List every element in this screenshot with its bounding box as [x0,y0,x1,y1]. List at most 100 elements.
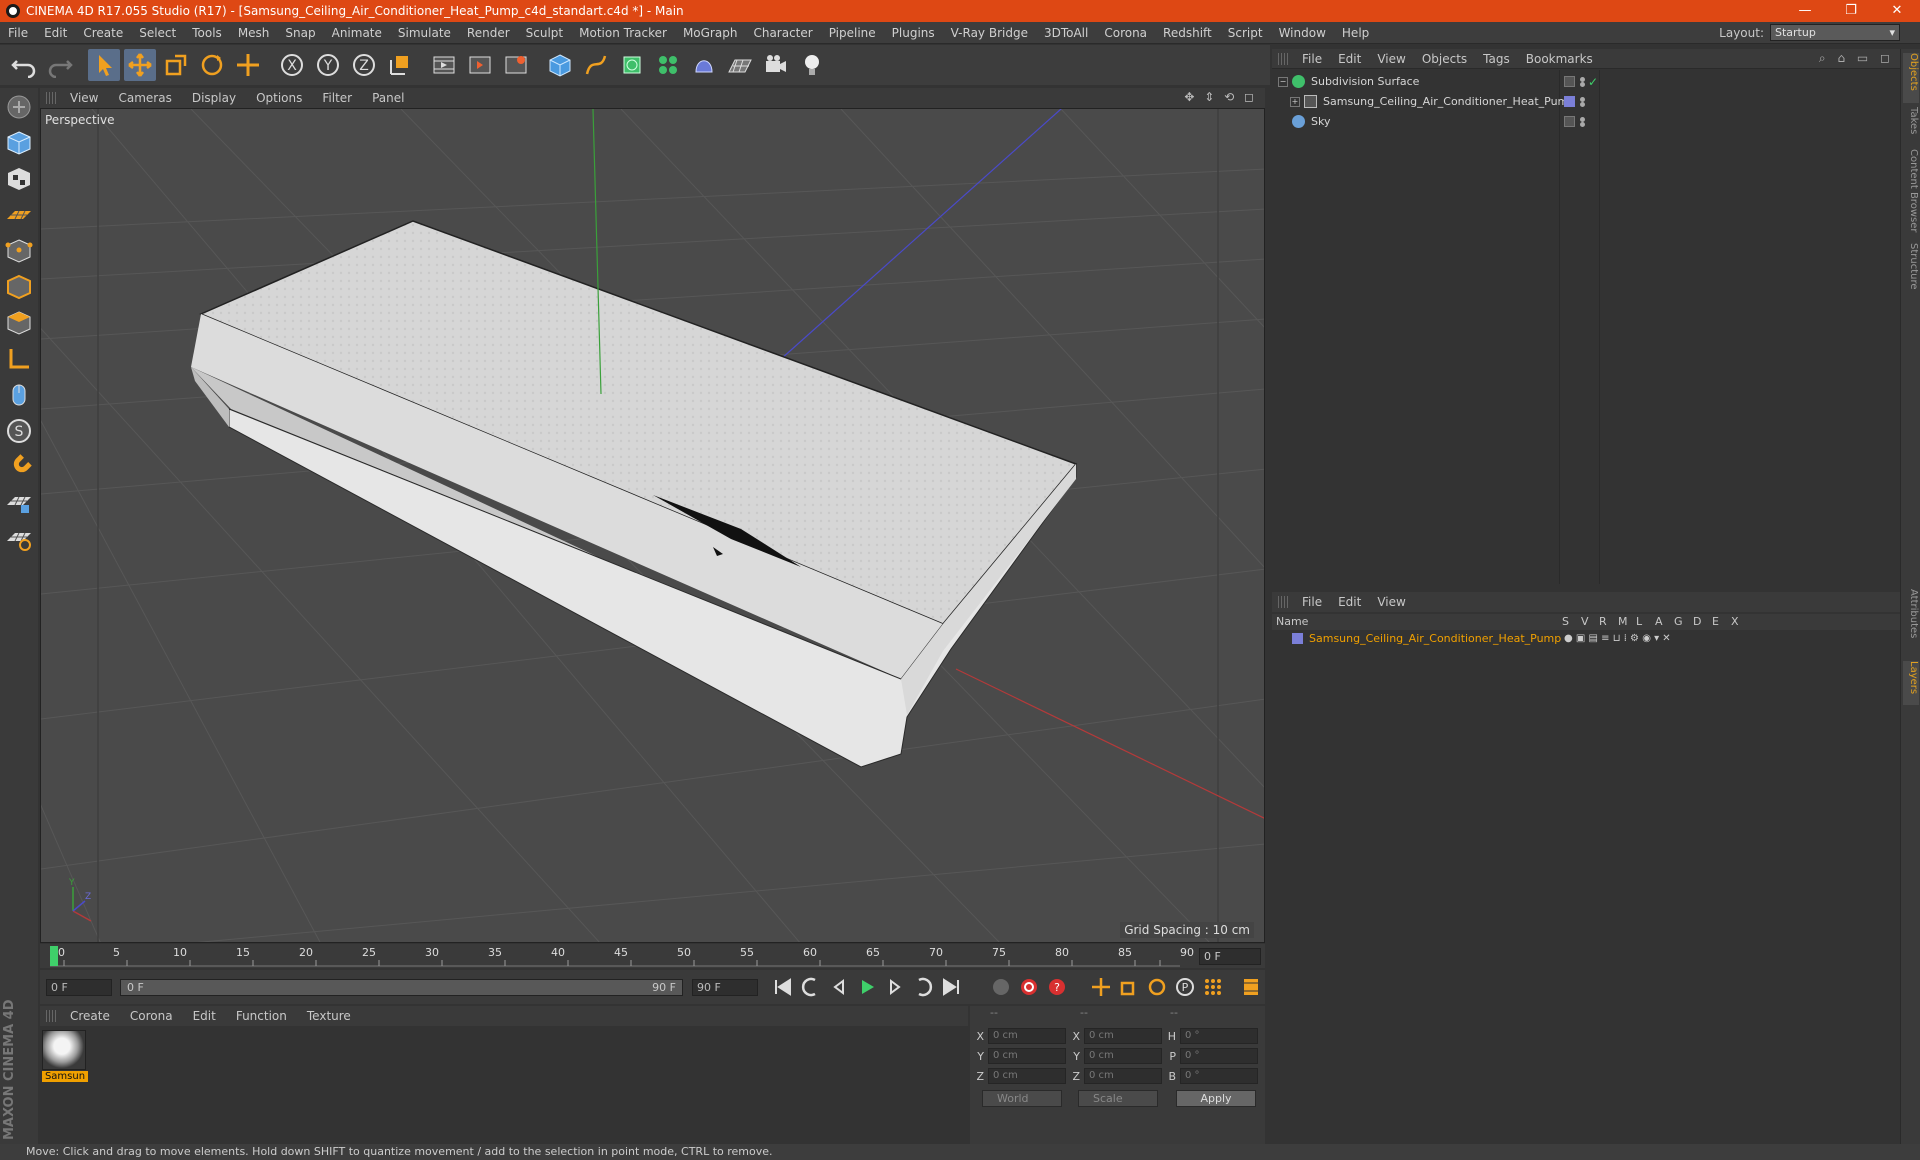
menu-vray-bridge[interactable]: V-Ray Bridge [943,26,1036,40]
viewport-menu-cameras[interactable]: Cameras [108,91,181,105]
key-position-icon[interactable] [1088,975,1114,999]
viewport-menu-filter[interactable]: Filter [312,91,362,105]
z-axis-lock-icon[interactable]: Z [348,49,380,81]
render-settings-icon[interactable] [500,49,532,81]
render-view-icon[interactable] [428,49,460,81]
layer-color-swatch[interactable] [1292,633,1303,644]
material-menu-function[interactable]: Function [226,1009,297,1023]
menu-pipeline[interactable]: Pipeline [821,26,884,40]
rotation-b-field[interactable]: 0 ° [1180,1068,1258,1084]
tab-layers[interactable]: Layers [1903,661,1919,705]
tab-takes[interactable]: Takes [1903,107,1919,147]
object-row-sky[interactable]: Sky [1272,112,1900,131]
key-parameter-icon[interactable]: P [1172,975,1198,999]
editor-visibility-dot[interactable] [1580,116,1585,122]
material-menu-texture[interactable]: Texture [297,1009,361,1023]
menu-select[interactable]: Select [131,26,184,40]
menu-plugins[interactable]: Plugins [884,26,943,40]
menu-file[interactable]: File [0,26,36,40]
points-mode-icon[interactable] [2,234,36,268]
panel-grip-icon[interactable] [1278,596,1288,608]
key-point-level-icon[interactable] [1200,975,1226,999]
viewport-menu-options[interactable]: Options [246,91,312,105]
panel-grip-icon[interactable] [46,1010,56,1022]
object-manager-toolbar-icons[interactable]: ⌕ ⌂ ▭ ◻ [1819,51,1894,66]
enabled-check-icon[interactable]: ✓ [1588,75,1598,89]
model-mode-icon[interactable] [2,126,36,160]
layer-col-solo[interactable]: S [1562,615,1569,628]
menu-motion-tracker[interactable]: Motion Tracker [571,26,675,40]
position-x-field[interactable]: 0 cm [988,1028,1066,1044]
cube-primitive-icon[interactable] [544,49,576,81]
object-menu-edit[interactable]: Edit [1330,52,1369,66]
restore-button[interactable]: ❐ [1828,0,1874,22]
render-visibility-dot[interactable] [1580,81,1585,87]
mograph-cloner-icon[interactable] [652,49,684,81]
tab-objects[interactable]: Objects [1903,53,1919,103]
layer-col-animation[interactable]: A [1655,615,1663,628]
move-tool-icon[interactable] [124,49,156,81]
axis-mode-icon[interactable] [2,342,36,376]
expand-toggle-icon[interactable]: + [1290,96,1300,107]
deformer-icon[interactable] [688,49,720,81]
viewport-menu-view[interactable]: View [60,91,108,105]
solo-mode-icon[interactable]: S [2,414,36,448]
menu-script[interactable]: Script [1220,26,1271,40]
viewport-menu-display[interactable]: Display [182,91,246,105]
render-visibility-dot[interactable] [1580,121,1585,127]
start-frame-field[interactable]: 0 F [46,979,112,996]
snapping-magnet-icon[interactable] [2,450,36,484]
layer-flag[interactable] [1564,96,1575,107]
layer-col-manager[interactable]: M [1618,615,1628,628]
object-menu-bookmarks[interactable]: Bookmarks [1518,52,1601,66]
make-editable-icon[interactable] [2,90,36,124]
preview-range-slider[interactable]: 0 F 90 F [120,979,683,996]
menu-tools[interactable]: Tools [184,26,230,40]
object-menu-tags[interactable]: Tags [1475,52,1518,66]
planar-workplane-icon[interactable] [2,522,36,556]
collapse-toggle-icon[interactable]: − [1278,76,1288,87]
rotate-tool-icon[interactable] [196,49,228,81]
key-scale-icon[interactable] [1116,975,1142,999]
layer-col-render[interactable]: R [1599,615,1607,628]
x-axis-lock-icon[interactable]: X [276,49,308,81]
menu-mesh[interactable]: Mesh [230,26,278,40]
panel-grip-icon[interactable] [1278,52,1288,65]
subdivision-surface-icon[interactable] [616,49,648,81]
tab-structure[interactable]: Structure [1903,243,1919,303]
end-frame-field[interactable]: 90 F [692,979,758,996]
editor-visibility-dot[interactable] [1580,96,1585,102]
menu-redshift[interactable]: Redshift [1155,26,1220,40]
next-key-icon[interactable] [910,975,936,999]
apply-button[interactable]: Apply [1176,1090,1256,1107]
record-disabled-icon[interactable] [988,975,1014,999]
size-x-field[interactable]: 0 cm [1084,1028,1162,1044]
layer-col-xref[interactable]: X [1731,615,1739,628]
viewport-navigation-icons[interactable]: ✥ ⇕ ⟲ ◻ [1184,90,1257,104]
workplane-mode-icon[interactable] [2,198,36,232]
menu-window[interactable]: Window [1271,26,1334,40]
spline-pen-icon[interactable] [580,49,612,81]
object-menu-objects[interactable]: Objects [1414,52,1475,66]
texture-mode-icon[interactable] [2,162,36,196]
menu-3dtoall[interactable]: 3DToAll [1036,26,1096,40]
locked-workplane-icon[interactable] [2,486,36,520]
timeline-ruler[interactable]: 0 5 10 15 20 25 30 35 40 45 50 55 60 65 … [40,944,1265,968]
menu-create[interactable]: Create [75,26,131,40]
layer-row[interactable]: Samsung_Ceiling_Air_Conditioner_Heat_Pum… [1272,630,1900,647]
object-menu-file[interactable]: File [1294,52,1330,66]
edges-mode-icon[interactable] [2,270,36,304]
menu-mograph[interactable]: MoGraph [675,26,746,40]
y-axis-lock-icon[interactable]: Y [312,49,344,81]
play-forward-icon[interactable] [854,975,880,999]
perspective-viewport[interactable]: Y Z Perspective Grid Spacing : 10 cm [40,108,1265,943]
layer-col-locked[interactable]: L [1636,615,1642,628]
coordinate-system-icon[interactable] [384,49,416,81]
layer-flag[interactable] [1564,76,1575,87]
timeline-window-icon[interactable] [1238,975,1264,999]
tab-attributes[interactable]: Attributes [1903,589,1919,659]
undo-icon[interactable] [8,49,40,81]
layer-flag[interactable] [1564,116,1575,127]
select-arrow-icon[interactable] [88,49,120,81]
position-z-field[interactable]: 0 cm [988,1068,1066,1084]
